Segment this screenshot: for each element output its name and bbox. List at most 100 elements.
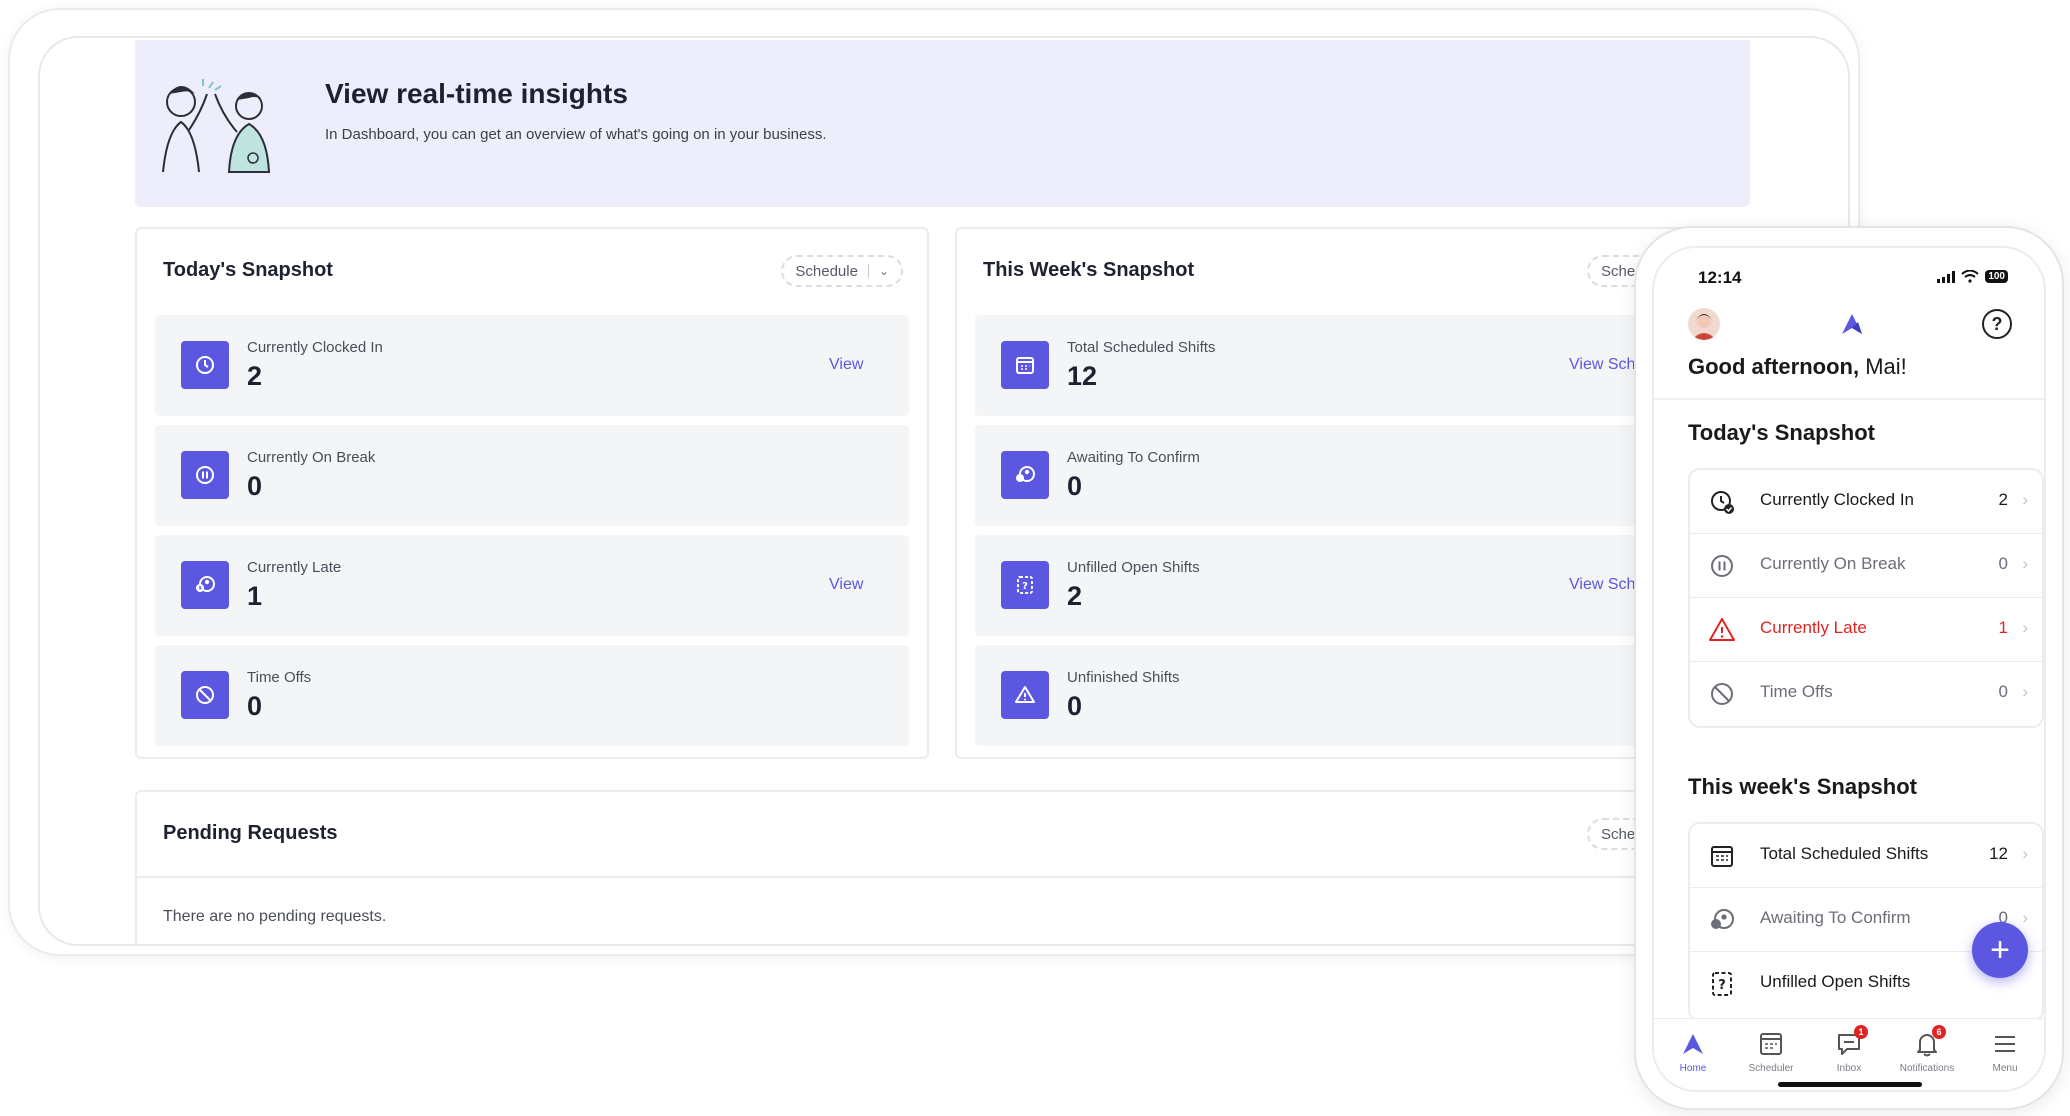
clock-check-icon	[1711, 491, 1734, 514]
item-value: 0	[1998, 682, 2008, 701]
stat-label: Currently On Break	[247, 449, 376, 466]
calendar-icon	[1001, 341, 1049, 389]
stat-row-on-break: Currently On Break 0	[155, 425, 909, 526]
help-icon[interactable]: ?	[1982, 309, 2012, 339]
battery-icon: 100	[1985, 270, 2008, 283]
signal-icon	[1937, 270, 1956, 283]
view-link[interactable]: View	[829, 356, 863, 374]
item-label: Time Offs	[1760, 682, 1833, 701]
stat-value: 0	[247, 471, 263, 501]
stat-value: 0	[247, 691, 263, 721]
stat-value: 2	[247, 361, 263, 391]
greeting-prefix: Good afternoon,	[1688, 354, 1860, 379]
stat-label: Currently Clocked In	[247, 339, 383, 356]
late-icon	[181, 561, 229, 609]
stat-value: 0	[1067, 471, 1083, 501]
tab-label: Scheduler	[1748, 1063, 1794, 1074]
item-label: Currently Clocked In	[1760, 490, 1915, 509]
desktop-device-frame: View real-time insights In Dashboard, yo…	[8, 8, 1860, 956]
list-item-on-break[interactable]: Currently On Break 0 ›	[1690, 534, 2042, 598]
stat-row-awaiting-confirm: Awaiting To Confirm 0	[975, 425, 1729, 526]
chevron-right-icon: ›	[2022, 682, 2028, 701]
users-icon	[1711, 909, 1734, 929]
list-item-total-scheduled[interactable]: Total Scheduled Shifts 12 ›	[1690, 824, 2042, 888]
svg-text:?: ?	[1022, 581, 1028, 592]
chevron-right-icon: ›	[2022, 490, 2028, 509]
stat-value: 1	[247, 581, 263, 611]
users-icon	[1001, 451, 1049, 499]
blocked-icon	[1711, 683, 1733, 705]
stat-label: Currently Late	[247, 559, 342, 576]
inbox-badge: 1	[1854, 1025, 1868, 1039]
tab-label: Home	[1679, 1063, 1707, 1074]
stat-label: Total Scheduled Shifts	[1067, 339, 1216, 356]
item-label: Total Scheduled Shifts	[1760, 844, 1929, 863]
blocked-icon	[181, 671, 229, 719]
dashboard-screen: View real-time insights In Dashboard, yo…	[135, 40, 1755, 944]
chevron-right-icon: ›	[2022, 554, 2028, 573]
item-value: 0	[1998, 554, 2008, 573]
question-box-icon: ?	[1712, 972, 1732, 996]
pending-requests-card: Pending Requests Sched There are no pend…	[135, 790, 1755, 944]
insights-banner: View real-time insights In Dashboard, yo…	[135, 40, 1750, 207]
banner-title: View real-time insights	[325, 78, 628, 109]
greeting: Good afternoon, Mai!	[1688, 354, 1907, 380]
stat-label: Awaiting To Confirm	[1067, 449, 1200, 466]
week-snapshot-list: Total Scheduled Shifts 12 › Awaiting To …	[1688, 822, 2044, 1022]
home-icon	[1683, 1034, 1703, 1054]
filter-label: Schedule	[795, 262, 858, 280]
add-fab-button[interactable]: +	[1972, 922, 2028, 978]
stat-row-time-offs: Time Offs 0	[155, 645, 909, 746]
stat-label: Unfilled Open Shifts	[1067, 559, 1200, 576]
clock-icon	[181, 341, 229, 389]
chevron-down-icon: ⌄	[878, 264, 889, 278]
item-label: Currently Late	[1760, 618, 1867, 637]
tab-home[interactable]: Home	[1654, 1019, 1732, 1090]
item-label: Unfilled Open Shifts	[1760, 972, 1911, 991]
stat-row-clocked-in: Currently Clocked In 2 View	[155, 315, 909, 416]
home-indicator	[1778, 1082, 1922, 1087]
status-bar-time: 12:14	[1698, 268, 1742, 287]
today-section-title: Today's Snapshot	[1688, 420, 1875, 445]
view-link[interactable]: View	[829, 576, 863, 594]
stat-label: Time Offs	[247, 669, 312, 686]
brand-logo-icon	[1842, 314, 1862, 334]
item-value: 1	[1998, 618, 2008, 637]
status-bar-icons: 100	[1937, 270, 2008, 283]
divider	[137, 876, 1753, 878]
list-item-clocked-in[interactable]: Currently Clocked In 2 ›	[1690, 470, 2042, 534]
divider	[1654, 398, 2044, 400]
stat-value: 2	[1067, 581, 1083, 611]
item-label: Currently On Break	[1760, 554, 1906, 573]
item-value: 12	[1989, 844, 2008, 863]
bottom-tab-bar: Home Scheduler 1 Inbox 6 Notifications M…	[1654, 1018, 2044, 1090]
list-item-late[interactable]: Currently Late 1 ›	[1690, 598, 2042, 662]
warning-icon	[1001, 671, 1049, 719]
high-five-illustration-icon	[162, 79, 271, 173]
bell-icon: 6	[1912, 1025, 1946, 1059]
card-title: Today's Snapshot	[163, 259, 333, 281]
card-title: This Week's Snapshot	[983, 259, 1195, 281]
stat-value: 12	[1067, 361, 1098, 391]
avatar[interactable]	[1688, 308, 1720, 340]
tab-menu[interactable]: Menu	[1966, 1019, 2044, 1090]
today-snapshot-card: Today's Snapshot Schedule ⌄ Currently Cl…	[135, 227, 929, 759]
schedule-filter-dropdown[interactable]: Schedule ⌄	[781, 255, 903, 287]
divider	[867, 264, 869, 278]
greeting-name: Mai!	[1859, 354, 1907, 379]
banner-subtitle: In Dashboard, you can get an overview of…	[325, 126, 827, 143]
tab-label: Menu	[1992, 1063, 2018, 1074]
list-item-time-offs[interactable]: Time Offs 0 ›	[1690, 662, 2042, 726]
week-section-title: This week's Snapshot	[1688, 774, 1917, 799]
stat-row-late: Currently Late 1 View	[155, 535, 909, 636]
inbox-icon: 1	[1834, 1025, 1868, 1059]
wifi-icon	[1961, 270, 1979, 283]
stat-row-unfinished: Unfinished Shifts 0	[975, 645, 1729, 746]
chevron-right-icon: ›	[2022, 844, 2028, 863]
item-value: 2	[1998, 490, 2008, 509]
stat-row-unfilled-open: ? Unfilled Open Shifts 2 View Sched	[975, 535, 1729, 636]
chevron-right-icon: ›	[2022, 908, 2028, 927]
card-title: Pending Requests	[163, 822, 338, 844]
tab-label: Notifications	[1899, 1063, 1955, 1074]
chevron-right-icon: ›	[2022, 618, 2028, 637]
